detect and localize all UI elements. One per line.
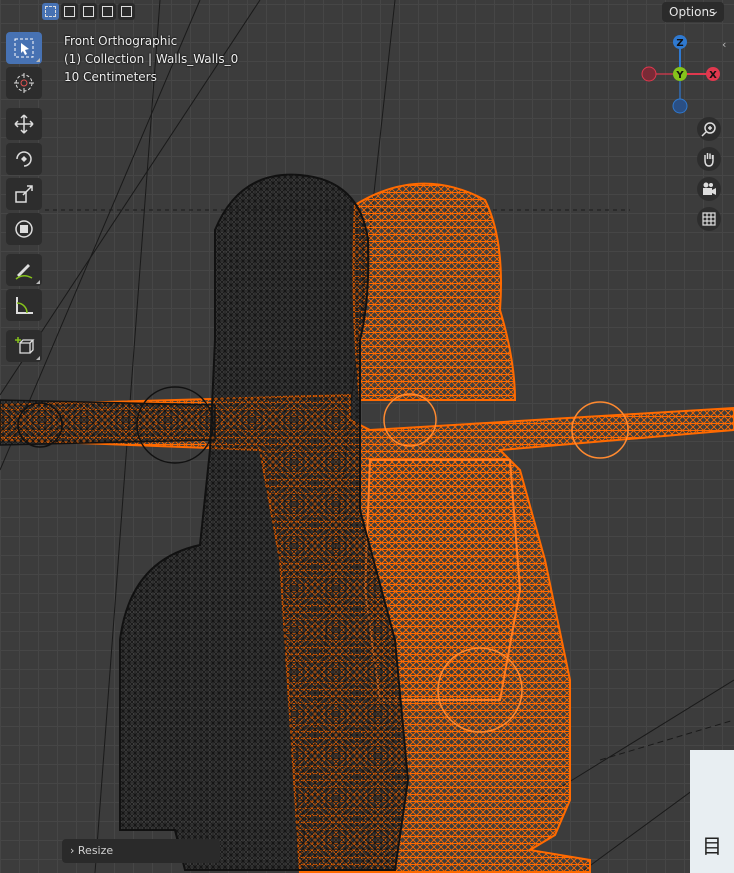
select-extend-mode-button[interactable] <box>61 3 78 20</box>
move-arrows-icon <box>14 114 34 134</box>
3d-viewport[interactable]: Options ⌄ ‹ Front Orthographic (1) Colle… <box>0 0 734 873</box>
chevron-right-icon: › <box>70 844 75 857</box>
cursor-arrow-icon <box>14 38 34 58</box>
gizmo-neg-x-axis[interactable] <box>641 66 657 82</box>
image-thumbnail: 目 <box>690 750 734 873</box>
dark-mesh[interactable] <box>0 173 410 871</box>
scale-icon <box>15 185 33 203</box>
transform-tool[interactable] <box>6 213 42 245</box>
grid-scale: 10 Centimeters <box>64 70 157 84</box>
cursor-tool[interactable] <box>6 67 42 99</box>
navigation-gizmo[interactable]: Z X Y <box>636 32 724 114</box>
gizmo-neg-z-axis[interactable] <box>672 98 688 114</box>
toggle-perspective-button[interactable] <box>697 207 721 231</box>
options-dropdown[interactable]: Options ⌄ <box>662 2 724 22</box>
camera-view-button[interactable] <box>697 177 721 201</box>
gizmo-z-label: Z <box>676 38 683 49</box>
annotate-tool[interactable] <box>6 254 42 286</box>
operator-label: Resize <box>77 844 114 857</box>
pencil-icon <box>15 264 33 280</box>
rotate-icon <box>16 151 32 167</box>
grid-icon <box>702 212 716 226</box>
selection-mode-group <box>42 3 135 20</box>
gizmo-x-label: X <box>709 70 717 81</box>
ruler-icon <box>16 297 33 314</box>
options-label: Options <box>669 5 716 19</box>
last-operator-panel[interactable]: › Resize <box>62 839 220 863</box>
tool-shelf <box>6 32 44 365</box>
select-intersect-mode-button[interactable] <box>118 3 135 20</box>
hand-pan-icon <box>704 153 714 167</box>
measure-tool[interactable] <box>6 289 42 321</box>
zoom-button[interactable] <box>697 117 721 141</box>
thumbnail-glyph: 目 <box>702 834 722 858</box>
chevron-down-icon: ⌄ <box>710 6 719 17</box>
select-subtract-mode-button[interactable] <box>80 3 97 20</box>
3d-cursor-icon <box>14 73 34 93</box>
select-new-mode-button[interactable] <box>42 3 59 20</box>
wireframe-scene <box>0 0 734 873</box>
gizmo-y-label: Y <box>675 70 684 81</box>
select-difference-mode-button[interactable] <box>99 3 116 20</box>
pan-button[interactable] <box>697 147 721 171</box>
move-tool[interactable] <box>6 108 42 140</box>
rotate-tool[interactable] <box>6 143 42 175</box>
active-collection: (1) Collection | Walls_Walls_0 <box>64 52 239 66</box>
add-cube-icon <box>15 337 35 354</box>
scale-tool[interactable] <box>6 178 42 210</box>
select-box-tool[interactable] <box>6 32 42 64</box>
viewport-info-overlay: Front Orthographic (1) Collection | Wall… <box>64 32 238 86</box>
add-cube-tool[interactable] <box>6 330 42 362</box>
view-name: Front Orthographic <box>64 34 178 48</box>
camera-icon <box>703 182 716 195</box>
zoom-icon <box>701 122 716 137</box>
transform-icon <box>15 220 33 238</box>
